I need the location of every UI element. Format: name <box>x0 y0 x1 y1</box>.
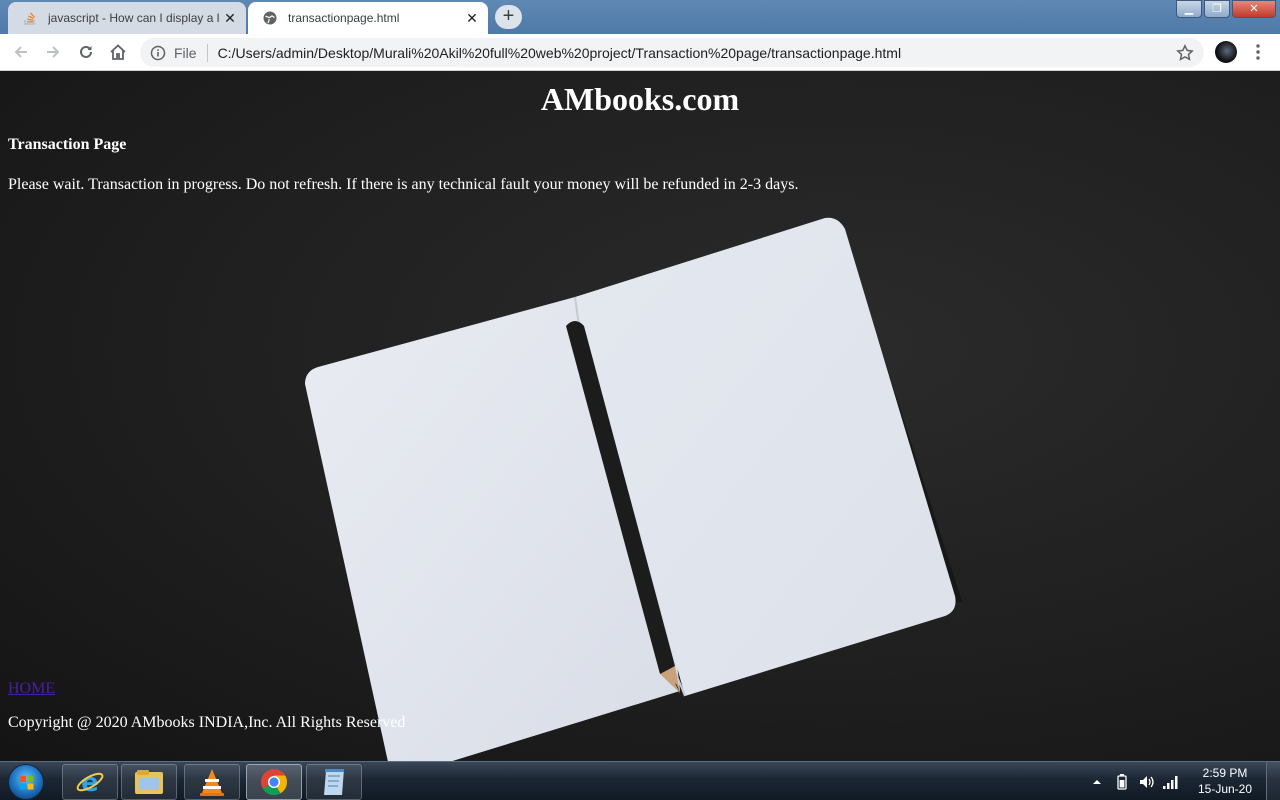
copyright-text: Copyright @ 2020 AMbooks INDIA,Inc. All … <box>8 714 406 731</box>
new-tab-button[interactable]: + <box>495 5 522 29</box>
ie-icon: e <box>76 768 104 797</box>
home-icon <box>110 44 126 60</box>
browser-tab-strip: javascript - How can I display a lo ✕ tr… <box>0 0 1280 34</box>
restore-button[interactable]: ❐ <box>1204 0 1230 18</box>
window-controls: ▁ ❐ ✕ <box>1174 0 1276 18</box>
tab-title: transactionpage.html <box>288 11 400 25</box>
show-desktop-button[interactable] <box>1266 762 1280 800</box>
address-bar[interactable]: File C:/Users/admin/Desktop/Murali%20Aki… <box>140 38 1204 67</box>
chevron-up-icon[interactable] <box>1090 775 1104 789</box>
stackoverflow-icon <box>24 12 36 25</box>
taskbar-file-explorer[interactable] <box>121 764 177 800</box>
close-icon[interactable]: ✕ <box>220 10 240 27</box>
page-viewport: AMbooks.com Transaction Page Please wait… <box>0 71 1280 761</box>
taskbar-notepad[interactable] <box>306 764 362 800</box>
reload-button[interactable] <box>75 41 97 63</box>
vlc-icon <box>200 769 224 796</box>
taskbar-internet-explorer[interactable]: e <box>62 764 118 800</box>
clock-date: 15-Jun-20 <box>1197 782 1253 796</box>
tray-network[interactable] <box>1162 762 1180 800</box>
tray-volume[interactable] <box>1138 762 1156 800</box>
speaker-icon <box>1140 775 1154 788</box>
reload-icon <box>80 45 92 58</box>
page-heading: Transaction Page <box>8 136 127 153</box>
home-button[interactable] <box>107 41 129 63</box>
close-window-button[interactable]: ✕ <box>1232 0 1276 18</box>
taskbar-clock[interactable]: 2:59 PM 15-Jun-20 <box>1190 765 1260 797</box>
globe-icon <box>263 11 277 25</box>
minimize-button[interactable]: ▁ <box>1176 0 1202 18</box>
bookmark-star-icon[interactable] <box>1176 43 1194 62</box>
info-icon[interactable] <box>150 45 166 61</box>
menu-kebab-icon[interactable] <box>1252 43 1264 61</box>
taskbar-vlc[interactable] <box>184 764 240 800</box>
windows-taskbar: e 2:59 PM 15-Jun-20 <box>0 761 1280 800</box>
divider <box>206 43 208 62</box>
windows-logo-icon <box>20 776 34 790</box>
chrome-icon <box>261 769 288 796</box>
tray-battery[interactable] <box>1115 762 1129 800</box>
browser-toolbar: File C:/Users/admin/Desktop/Murali%20Aki… <box>0 34 1280 71</box>
battery-icon <box>1117 773 1127 790</box>
site-title: AMbooks.com <box>540 81 740 117</box>
forward-button[interactable] <box>42 41 64 63</box>
url-text[interactable]: C:/Users/admin/Desktop/Murali%20Akil%20f… <box>218 45 1176 61</box>
background-notebook-image <box>305 217 962 761</box>
tab-stackoverflow[interactable]: javascript - How can I display a lo ✕ <box>8 2 246 34</box>
start-button[interactable] <box>8 764 44 800</box>
close-icon[interactable]: ✕ <box>462 10 482 27</box>
back-arrow-icon <box>14 46 27 58</box>
taskbar-chrome[interactable] <box>246 764 302 800</box>
profile-avatar[interactable] <box>1215 41 1237 63</box>
transaction-message: Please wait. Transaction in progress. Do… <box>8 176 799 193</box>
url-scheme-label: File <box>174 44 197 61</box>
svg-text:e: e <box>81 768 99 797</box>
back-button[interactable] <box>10 41 32 63</box>
home-link[interactable]: HOME <box>8 680 55 698</box>
signal-bars-icon <box>1163 775 1178 789</box>
clock-time: 2:59 PM <box>1202 766 1248 780</box>
forward-arrow-icon <box>47 46 60 58</box>
tab-transactionpage[interactable]: transactionpage.html ✕ <box>248 2 488 34</box>
tab-title: javascript - How can I display a lo <box>48 11 220 25</box>
folder-icon <box>135 770 163 794</box>
notepad-icon <box>324 769 344 795</box>
system-tray <box>1090 762 1104 800</box>
